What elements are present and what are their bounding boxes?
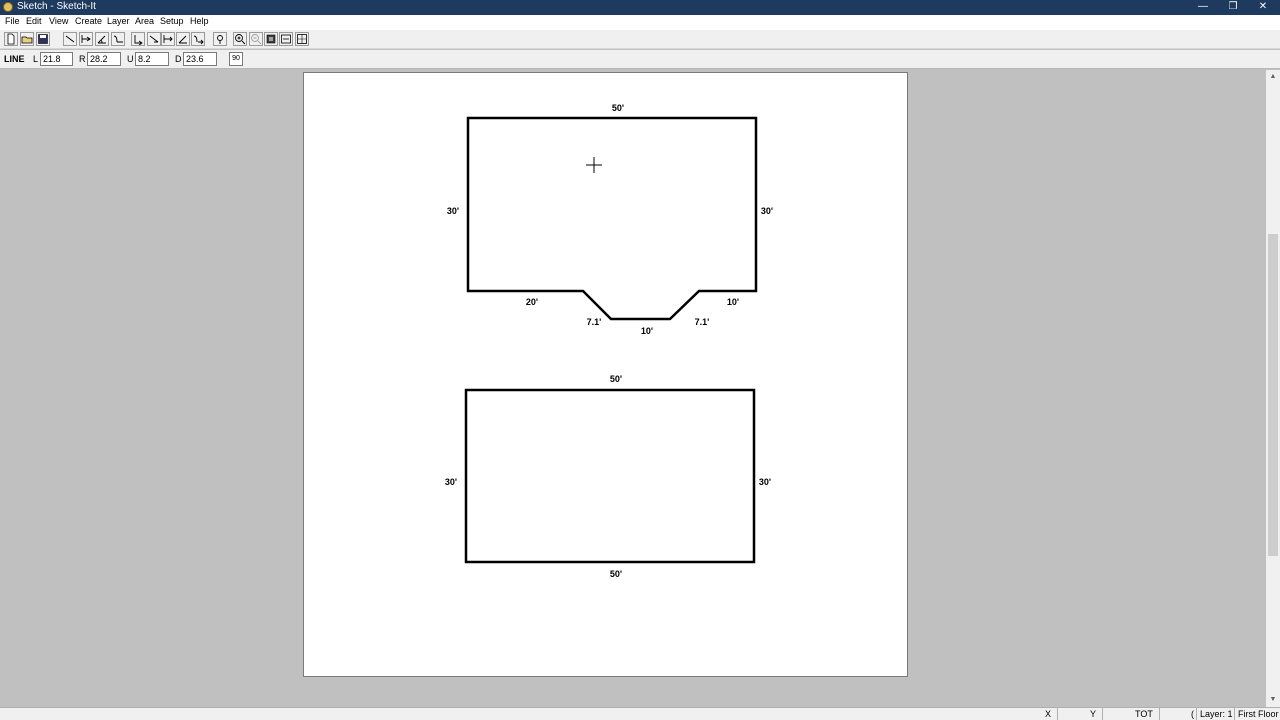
- status-floor: First Floor: [1234, 708, 1280, 720]
- menu-area[interactable]: Area: [135, 16, 154, 26]
- scroll-up-icon[interactable]: ▲: [1266, 70, 1280, 84]
- stair-tool-icon[interactable]: [191, 32, 205, 46]
- status-y-label: Y: [1090, 709, 1097, 719]
- length-label: L: [33, 54, 39, 64]
- shape-2-left-dim: 30': [445, 477, 457, 487]
- down-field[interactable]: 23.6: [183, 52, 217, 66]
- length-field[interactable]: 21.8: [40, 52, 73, 66]
- mode-label: LINE: [4, 54, 25, 64]
- down-label: D: [175, 54, 182, 64]
- sketch-svg[interactable]: 50' 30' 30' 20' 10' 7.1' 10' 7.1' 50' 30…: [304, 73, 909, 678]
- up-field[interactable]: 8.2: [135, 52, 169, 66]
- restore-button[interactable]: ❐: [1218, 0, 1248, 15]
- door-tool-icon[interactable]: [131, 32, 145, 46]
- sketch-page[interactable]: 50' 30' 30' 20' 10' 7.1' 10' 7.1' 50' 30…: [303, 72, 908, 677]
- shape-2-bottom-dim: 50': [610, 569, 622, 579]
- shape-2-outline: [464, 388, 756, 564]
- crosshair-cursor-icon: [586, 157, 602, 173]
- shape-1-bay-right-dim: 7.1': [695, 317, 710, 327]
- right-label: R: [79, 54, 86, 64]
- status-x-label: X: [1045, 709, 1052, 719]
- open-file-icon[interactable]: [20, 32, 34, 46]
- zoom-out-icon[interactable]: [249, 32, 263, 46]
- shape-1-outline: [466, 116, 758, 321]
- shape-2-right-dim: 30': [759, 477, 771, 487]
- menu-view[interactable]: View: [49, 16, 68, 26]
- shape-1-bottom-left-dim: 20': [526, 297, 538, 307]
- menu-layer[interactable]: Layer: [107, 16, 130, 26]
- menu-file[interactable]: File: [5, 16, 20, 26]
- shape-1-bay-left-dim: 7.1': [587, 317, 602, 327]
- right-field[interactable]: 28.2: [87, 52, 121, 66]
- status-layer: Layer: 1: [1196, 708, 1234, 720]
- status-tot-value: (: [1159, 708, 1196, 720]
- shape-1-right-dim: 30': [761, 206, 773, 216]
- title-bar: Sketch - Sketch-It — ❐ ✕: [0, 0, 1280, 15]
- property-bar: LINE L 21.8 R 28.2 U 8.2 D 23.6 90: [0, 50, 1280, 69]
- app-icon: [3, 2, 13, 12]
- window-tool-icon[interactable]: [147, 32, 161, 46]
- menu-setup[interactable]: Setup: [160, 16, 184, 26]
- wall-tool-icon[interactable]: [161, 32, 175, 46]
- status-y-value: [1102, 708, 1132, 720]
- line-tool-icon[interactable]: [63, 32, 77, 46]
- toolbar: [0, 30, 1280, 49]
- vertical-scrollbar[interactable]: ▲ ▼: [1266, 70, 1280, 707]
- corner-tool-icon[interactable]: [176, 32, 190, 46]
- minimize-button[interactable]: —: [1188, 0, 1218, 15]
- dimension-icon[interactable]: [279, 32, 293, 46]
- grid-icon[interactable]: [295, 32, 309, 46]
- shape-2-top-dim: 50': [610, 374, 622, 384]
- scroll-thumb[interactable]: [1268, 234, 1278, 556]
- zoom-in-icon[interactable]: [233, 32, 247, 46]
- status-x-value: [1057, 708, 1087, 720]
- shape-1-bay-bottom-dim: 10': [641, 326, 653, 336]
- fill-icon[interactable]: [264, 32, 278, 46]
- up-label: U: [127, 54, 134, 64]
- curve-tool-icon[interactable]: [111, 32, 125, 46]
- menu-edit[interactable]: Edit: [26, 16, 42, 26]
- arc-tool-icon[interactable]: [79, 32, 93, 46]
- pin-icon[interactable]: [213, 32, 227, 46]
- status-bar: X Y TOT ( Layer: 1 First Floor: [0, 707, 1280, 720]
- shape-1-left-dim: 30': [447, 206, 459, 216]
- menu-bar: File Edit View Create Layer Area Setup H…: [0, 15, 1280, 30]
- shape-1-bottom-right-dim: 10': [727, 297, 739, 307]
- shape-1-top-dim: 50': [612, 103, 624, 113]
- menu-create[interactable]: Create: [75, 16, 102, 26]
- window-title: Sketch - Sketch-It: [17, 1, 96, 12]
- menu-help[interactable]: Help: [190, 16, 209, 26]
- close-button[interactable]: ✕: [1248, 0, 1278, 15]
- angle-90-button[interactable]: 90: [229, 52, 243, 66]
- angle-tool-icon[interactable]: [95, 32, 109, 46]
- new-file-icon[interactable]: [4, 32, 18, 46]
- save-icon[interactable]: [36, 32, 50, 46]
- status-tot-label: TOT: [1135, 709, 1153, 719]
- scroll-down-icon[interactable]: ▼: [1266, 693, 1280, 707]
- drawing-canvas[interactable]: 50' 30' 30' 20' 10' 7.1' 10' 7.1' 50' 30…: [0, 70, 1266, 707]
